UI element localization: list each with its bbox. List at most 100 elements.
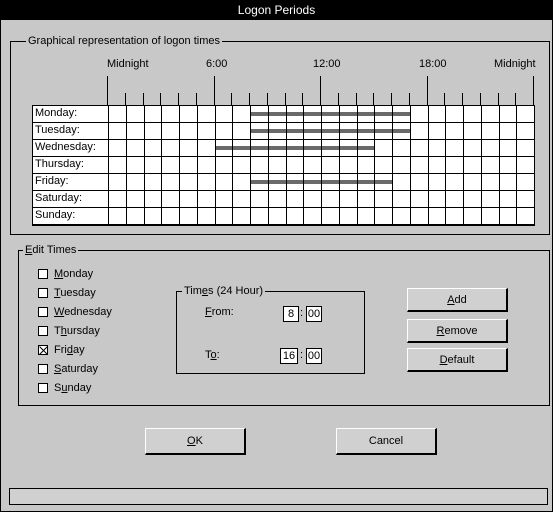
- to-minute-field[interactable]: 00: [306, 348, 322, 364]
- graph-legend: Graphical representation of logon times: [26, 35, 222, 47]
- status-bar: [9, 488, 548, 505]
- day-checkbox-label: Sunday: [54, 382, 92, 394]
- hour-gridline: [108, 106, 109, 225]
- logon-periods-window: Logon Periods Graphical representation o…: [0, 0, 553, 512]
- hour-tick: [497, 93, 499, 105]
- hour-tick: [515, 93, 517, 105]
- window-title: Logon Periods: [1, 1, 552, 20]
- logon-time-grid[interactable]: Monday: Tuesday: Wednesday: Thursday: Friday…: [32, 105, 535, 226]
- day-checkbox-row[interactable]: Friday: [38, 343, 85, 357]
- hour-gridline: [356, 106, 358, 225]
- day-checkbox-row[interactable]: Saturday: [38, 362, 98, 376]
- from-separator: :: [300, 307, 304, 319]
- hour-tick: [408, 93, 410, 105]
- from-hour-field[interactable]: 8: [283, 306, 299, 322]
- day-label: Monday:: [35, 107, 78, 119]
- time-label-6: 6:00: [206, 58, 228, 70]
- day-label: Tuesday:: [35, 124, 80, 136]
- hour-tick: [284, 93, 286, 105]
- day-label: Wednesday:: [35, 141, 96, 153]
- hour-gridline: [214, 106, 216, 225]
- hour-gridline: [250, 106, 251, 225]
- hour-gridline: [498, 106, 500, 225]
- hour-tick: [142, 93, 144, 105]
- day-checkbox-row[interactable]: Tuesday: [38, 286, 96, 300]
- hour-gridline: [125, 106, 127, 225]
- day-checkbox-label: Wednesday: [54, 306, 112, 318]
- from-label: From:: [205, 306, 234, 318]
- hour-tick: [266, 93, 268, 105]
- day-checkbox[interactable]: [38, 307, 48, 317]
- hour-gridline: [392, 106, 393, 225]
- time-label-midnight-end: Midnight: [494, 58, 536, 70]
- hour-tick: [355, 93, 357, 105]
- hour-gridline: [321, 106, 322, 225]
- to-label: To:: [205, 349, 220, 361]
- add-button[interactable]: Add: [407, 288, 508, 312]
- times-legend: Times (24 Hour): [182, 285, 266, 297]
- edit-times-legend: Edit Times: [23, 244, 79, 256]
- day-checkbox-row[interactable]: Wednesday: [38, 305, 112, 319]
- day-checkbox-label: Thursday: [54, 325, 100, 337]
- hour-gridline: [196, 106, 198, 225]
- hour-gridline: [338, 106, 340, 225]
- times-group: [176, 291, 365, 374]
- day-checkbox-label: Tuesday: [54, 287, 96, 299]
- logon-period-bar: [250, 112, 410, 116]
- ok-button[interactable]: OK: [145, 428, 246, 455]
- day-checkbox[interactable]: [38, 383, 48, 393]
- hour-tick: [231, 93, 233, 105]
- day-label: Friday:: [35, 175, 69, 187]
- day-label: Sunday:: [35, 209, 76, 221]
- default-button[interactable]: Default: [407, 348, 508, 372]
- hour-gridline: [303, 106, 305, 225]
- hour-tick: [124, 93, 126, 105]
- day-checkbox-label: Friday: [54, 344, 85, 356]
- day-label: Saturday:: [35, 192, 83, 204]
- day-label: Thursday:: [35, 158, 84, 170]
- hour-gridline: [285, 106, 287, 225]
- hour-tick: [160, 93, 162, 105]
- from-minute-field[interactable]: 00: [306, 306, 322, 322]
- hour-gridline: [534, 106, 535, 225]
- hour-tick: [533, 76, 534, 105]
- day-checkbox[interactable]: [38, 326, 48, 336]
- hour-gridline: [161, 106, 163, 225]
- time-label-18: 18:00: [419, 58, 447, 70]
- hour-gridline: [427, 106, 429, 225]
- hour-tick: [213, 76, 215, 105]
- day-checkbox[interactable]: [38, 345, 48, 355]
- day-checkbox[interactable]: [38, 269, 48, 279]
- hour-tick: [479, 93, 481, 105]
- hour-tick: [462, 93, 463, 105]
- hour-tick: [391, 93, 392, 105]
- day-checkbox-label: Monday: [54, 268, 94, 280]
- hour-tick: [195, 93, 197, 105]
- hour-tick: [249, 93, 250, 105]
- logon-period-bar: [214, 146, 375, 150]
- hour-tick: [302, 93, 304, 105]
- day-checkbox-row[interactable]: Thursday: [38, 324, 100, 338]
- hour-gridline: [463, 106, 464, 225]
- hour-gridline: [232, 106, 234, 225]
- day-checkbox[interactable]: [38, 288, 48, 298]
- to-hour-field[interactable]: 16: [280, 348, 298, 364]
- hour-tick: [320, 76, 321, 105]
- hour-tick: [373, 93, 375, 105]
- hour-gridline: [409, 106, 411, 225]
- hour-tick: [337, 93, 339, 105]
- hour-gridline: [179, 106, 180, 225]
- time-label-midnight-start: Midnight: [107, 58, 149, 70]
- day-checkbox[interactable]: [38, 364, 48, 374]
- hour-tick: [426, 76, 428, 105]
- remove-button[interactable]: Remove: [407, 319, 508, 343]
- logon-period-bar: [250, 129, 410, 133]
- day-checkbox-row[interactable]: Monday: [38, 267, 93, 281]
- day-checkbox-row[interactable]: Sunday: [38, 381, 91, 395]
- time-label-12: 12:00: [313, 58, 341, 70]
- cancel-button[interactable]: Cancel: [336, 428, 437, 455]
- hour-tick: [444, 93, 446, 105]
- hour-gridline: [267, 106, 269, 225]
- hour-gridline: [516, 106, 518, 225]
- hour-tick: [178, 93, 179, 105]
